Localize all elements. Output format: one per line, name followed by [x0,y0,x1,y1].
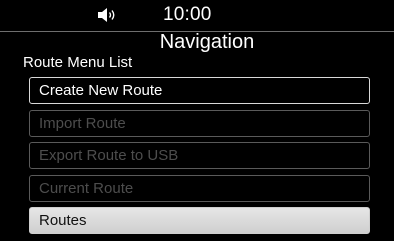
routes-button[interactable]: Routes [29,207,370,234]
current-route-button[interactable]: Current Route [29,174,370,202]
navigation-screen: 10:00 Navigation Route Menu List Create … [0,0,394,241]
menu-list-heading: Route Menu List [23,54,133,71]
clock-time: 10:00 [163,4,212,25]
create-new-route-button[interactable]: Create New Route [29,77,370,104]
status-bar: 10:00 [0,0,394,31]
speaker-volume-icon [98,8,115,22]
import-route-button[interactable]: Import Route [29,109,370,137]
page-title: Navigation [159,31,255,53]
route-menu-list: Create New Route Import Route Export Rou… [29,77,371,240]
export-route-to-usb-button[interactable]: Export Route to USB [29,142,370,169]
